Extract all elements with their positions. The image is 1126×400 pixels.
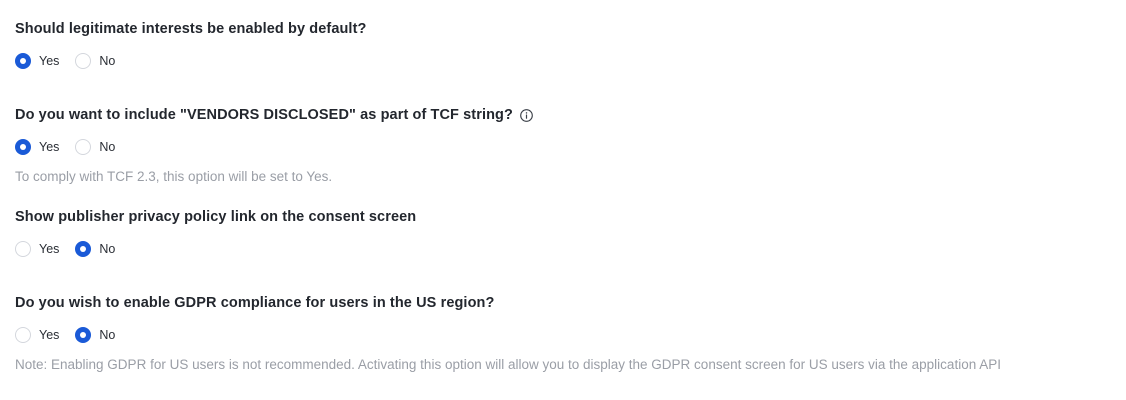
gdpr-us-note: Note: Enabling GDPR for US users is not … <box>15 357 1001 372</box>
radio-label-yes[interactable]: Yes <box>39 242 59 256</box>
question-vendors-disclosed: Do you want to include "VENDORS DISCLOSE… <box>15 107 533 123</box>
question-privacy-policy-link: Show publisher privacy policy link on th… <box>15 209 416 225</box>
radio-button-yes[interactable] <box>15 327 31 343</box>
question-text: Should legitimate interests be enabled b… <box>15 21 367 37</box>
radio-group-vendors-disclosed: Yes No <box>15 138 131 156</box>
question-text: Do you wish to enable GDPR compliance fo… <box>15 295 495 311</box>
radio-label-no[interactable]: No <box>99 54 115 68</box>
question-text: Do you want to include "VENDORS DISCLOSE… <box>15 107 513 123</box>
radio-option-yes[interactable]: Yes <box>15 139 59 155</box>
radio-option-no[interactable]: No <box>75 53 115 69</box>
radio-button-yes[interactable] <box>15 139 31 155</box>
radio-button-no[interactable] <box>75 139 92 155</box>
radio-option-no[interactable]: No <box>75 327 115 343</box>
tcf-note: To comply with TCF 2.3, this option will… <box>15 169 333 184</box>
radio-button-yes[interactable] <box>15 241 31 257</box>
radio-group-gdpr-us-region: Yes No <box>15 326 131 344</box>
radio-label-yes[interactable]: Yes <box>39 328 59 342</box>
radio-label-no[interactable]: No <box>99 242 115 256</box>
radio-option-yes[interactable]: Yes <box>15 53 59 69</box>
question-gdpr-us-region: Do you wish to enable GDPR compliance fo… <box>15 295 494 311</box>
radio-group-legitimate-interests: Yes No <box>15 52 131 70</box>
radio-button-no[interactable] <box>75 241 92 257</box>
radio-option-yes[interactable]: Yes <box>15 241 59 257</box>
radio-label-no[interactable]: No <box>99 328 115 342</box>
radio-button-no[interactable] <box>75 327 92 343</box>
radio-button-yes[interactable] <box>15 53 31 69</box>
radio-option-no[interactable]: No <box>75 241 115 257</box>
radio-label-yes[interactable]: Yes <box>39 140 59 154</box>
radio-option-no[interactable]: No <box>75 139 115 155</box>
radio-group-privacy-policy-link: Yes No <box>15 240 131 258</box>
radio-label-yes[interactable]: Yes <box>39 54 59 68</box>
info-icon[interactable] <box>520 108 533 122</box>
radio-button-no[interactable] <box>75 53 92 69</box>
radio-label-no[interactable]: No <box>99 140 115 154</box>
question-text: Show publisher privacy policy link on th… <box>15 209 417 225</box>
question-legitimate-interests: Should legitimate interests be enabled b… <box>15 21 366 37</box>
radio-option-yes[interactable]: Yes <box>15 327 59 343</box>
